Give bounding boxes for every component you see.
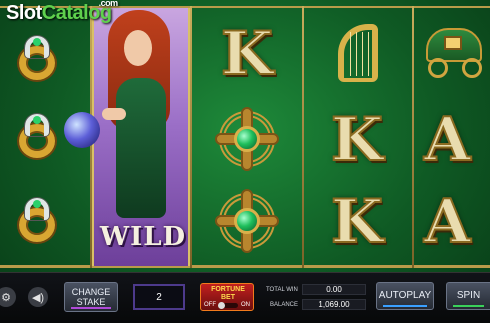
a-letter: A [423,104,472,176]
logo-suffix: .com [98,0,119,8]
gypsy-wagon-symbol [420,20,490,86]
autoplay-label: AUTOPLAY [378,290,432,301]
total-win-label: TOTAL WIN [266,287,298,293]
horseshoe-ring-symbol [10,192,62,252]
fortune-on-label: ON [241,302,250,308]
k-letter: K [220,18,274,90]
gear-icon[interactable]: ⚙ [0,287,16,307]
celtic-cross-symbol [212,104,282,174]
wild-label: WILD [99,222,187,252]
change-stake-line2: STAKE [76,297,106,307]
spin-button[interactable]: SPIN [446,282,490,310]
sorceress-dress [116,78,166,218]
horseshoe-ring-icon [15,198,57,246]
stake-underline [71,307,111,309]
stake-value: 2 [133,284,185,310]
k-letter: K [330,104,384,176]
sorceress-face [124,30,152,66]
sorceress-arm [102,108,126,120]
slotcatalog-logo: SlotCatalog .com [6,0,118,25]
reel-divider [412,6,414,268]
a-letter: A [423,186,472,258]
k-symbol: K [316,104,398,176]
celtic-cross-symbol [212,186,282,256]
k-symbol: K [206,18,288,90]
celtic-cross-icon [215,107,279,171]
balance-value: 1,069.00 [302,299,366,310]
spin-label: SPIN [456,290,481,301]
celtic-cross-icon [215,189,279,253]
k-symbol: K [316,186,398,258]
reel-divider [302,6,304,268]
fortune-label: FORTUNE [211,286,245,293]
horseshoe-ring-icon [15,114,57,162]
speaker-icon[interactable]: ◀) [28,287,48,307]
horseshoe-ring-symbol [10,108,62,168]
change-stake-button[interactable]: CHANGE STAKE [64,282,118,312]
change-stake-line1: CHANGE [71,287,111,297]
wagon-icon [422,24,488,82]
logo-part1: Slot [6,2,42,24]
fortune-switch-knob [218,302,225,309]
autoplay-button[interactable]: AUTOPLAY [376,282,434,310]
autoplay-underline [383,305,427,307]
crystal-orb-icon [64,112,100,148]
harp-symbol [328,18,388,88]
bet-label: BET [221,294,235,301]
fortune-bet-toggle[interactable]: FORTUNE BET OFF ON [200,283,254,311]
reel-divider [190,6,192,268]
slot-game: WILD K K K A A SlotCatalog .com ⚙ ◀) CHA… [0,0,490,323]
a-symbol: A [423,186,490,258]
k-letter: K [330,186,384,258]
horseshoe-ring-icon [15,36,57,84]
harp-icon [330,22,386,84]
spin-underline [453,305,484,307]
fortune-off-label: OFF [204,302,216,308]
total-win-value: 0.00 [302,284,366,295]
wild-symbol: WILD [92,8,190,266]
a-symbol: A [423,104,490,176]
horseshoe-ring-symbol [10,30,62,90]
balance-label: BALANCE [270,302,299,308]
